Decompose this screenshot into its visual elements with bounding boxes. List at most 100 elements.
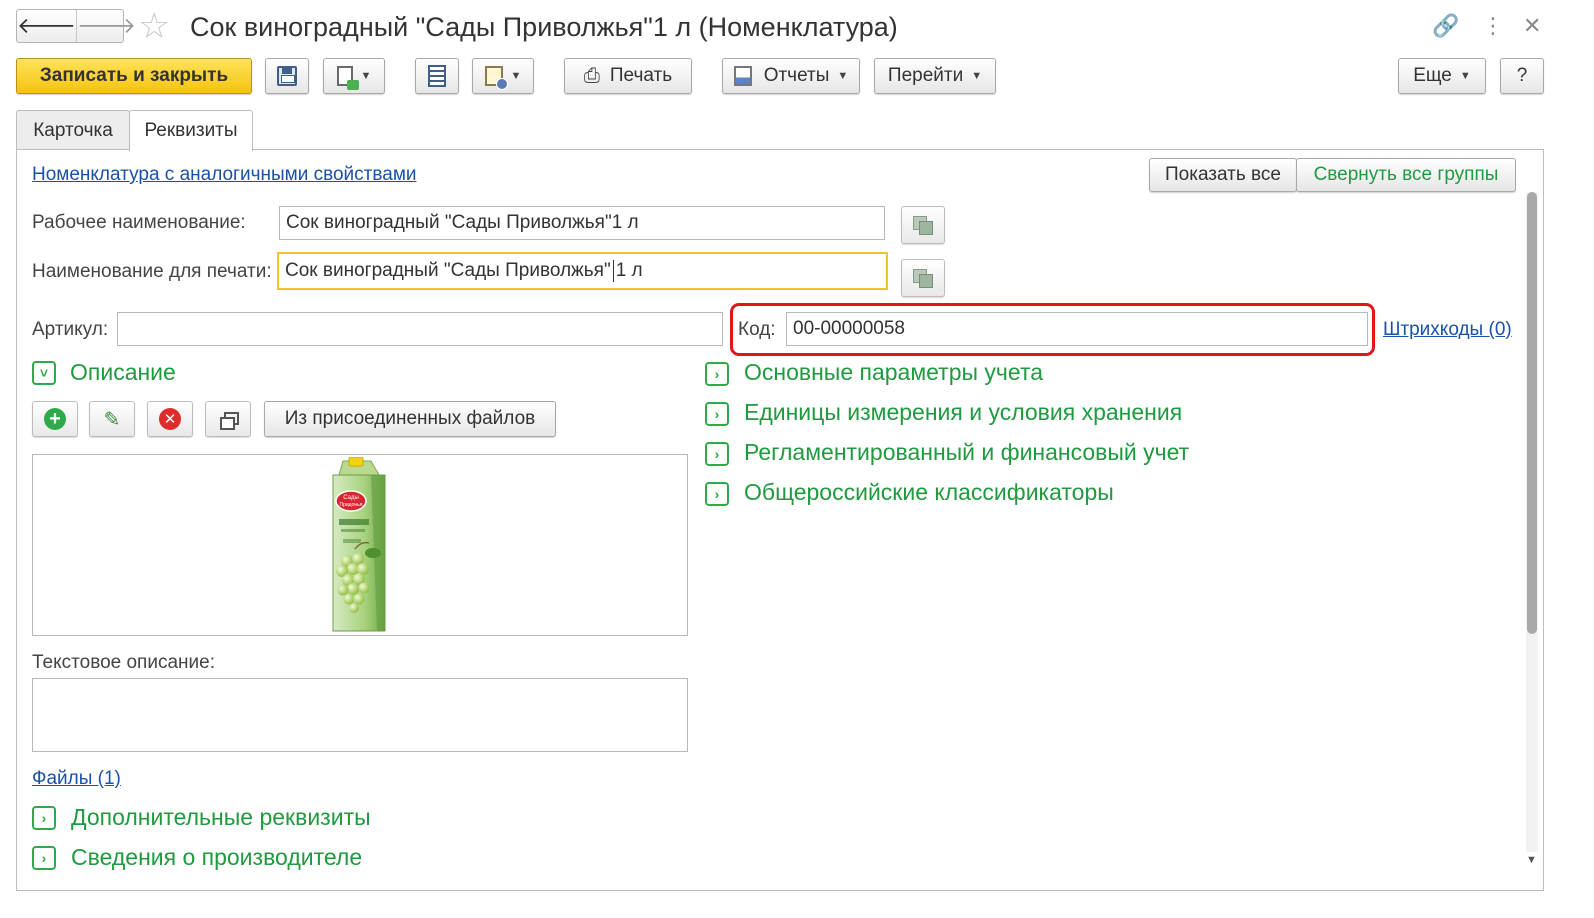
extra-requisites-group-title[interactable]: Дополнительные реквизиты [71, 804, 371, 831]
document-structure-icon [484, 66, 508, 90]
barcodes-link[interactable]: Штрихкоды (0) [1383, 319, 1512, 341]
tab-card-label: Карточка [33, 119, 113, 141]
create-based-on-button[interactable]: ▼ [323, 58, 385, 94]
list-button[interactable] [415, 58, 459, 94]
report-icon [733, 66, 752, 86]
arrow-right-icon: 🡒 [77, 13, 136, 38]
goto-button[interactable]: Перейти ▼ [874, 58, 996, 94]
more-options-icon[interactable]: ⋮ [1482, 12, 1504, 40]
window-title: Сок виноградный "Сады Приволжья"1 л (Ном… [190, 12, 898, 42]
chevron-down-icon: ▼ [971, 70, 983, 82]
juice-carton-image: Сады Придонья [332, 457, 386, 632]
link-icon[interactable]: 🔗 [1432, 12, 1459, 40]
tab-card[interactable]: Карточка [16, 110, 130, 150]
scrollbar-thumb[interactable] [1527, 192, 1537, 634]
similar-items-link[interactable]: Номенклатура с аналогичными свойствами [32, 164, 417, 186]
work-name-input[interactable]: Сок виноградный "Сады Приволжья"1 л [279, 206, 885, 240]
more-button[interactable]: Еще ▼ [1398, 58, 1486, 94]
work-name-label: Рабочее наименование: [32, 212, 246, 233]
print-button[interactable]: ⎙ Печать [564, 58, 692, 94]
regulated-group-title[interactable]: Регламентированный и финансовый учет [744, 439, 1189, 466]
goto-label: Перейти [887, 65, 964, 86]
save-close-label: Записать и закрыть [39, 65, 229, 86]
list-icon [428, 65, 446, 87]
floppy-disk-icon [277, 66, 297, 86]
regulated-expand-toggle[interactable]: › [705, 442, 729, 466]
print-label: Печать [609, 65, 673, 86]
scroll-down-arrow-icon[interactable]: ▼ [1526, 854, 1537, 866]
tab-requisites-label: Реквизиты [144, 120, 238, 141]
article-label: Артикул: [32, 319, 109, 340]
print-name-copy-button[interactable] [901, 259, 945, 297]
tab-requisites[interactable]: Реквизиты [129, 110, 253, 151]
producer-expand-toggle[interactable]: › [32, 846, 56, 870]
description-collapse-toggle[interactable]: ˅ [32, 361, 56, 385]
extra-requisites-expand-toggle[interactable]: › [32, 806, 56, 830]
text-description-input[interactable] [32, 678, 688, 752]
producer-group-title[interactable]: Сведения о производителе [71, 844, 362, 871]
show-all-label: Показать все [1165, 164, 1281, 185]
product-image-frame[interactable]: Сады Придонья [32, 454, 688, 636]
work-name-copy-button[interactable] [901, 206, 945, 244]
code-input[interactable]: 00-00000058 [786, 312, 1368, 346]
copy-icon [913, 269, 933, 288]
carton-brand-line2: Придонья [340, 502, 363, 508]
description-group-title[interactable]: Описание [70, 359, 176, 386]
chevron-down-icon: ▼ [510, 70, 522, 82]
print-name-input[interactable]: Сок виноградный "Сады Приволжья" 1 л [277, 252, 888, 290]
save-button[interactable] [265, 58, 309, 94]
accounting-expand-toggle[interactable]: › [705, 362, 729, 386]
delete-circle-icon: ✕ [159, 408, 181, 430]
units-group-title[interactable]: Единицы измерения и условия хранения [744, 399, 1182, 426]
forward-button[interactable]: 🡒 [77, 10, 136, 42]
text-description-label: Текстовое описание: [32, 652, 215, 673]
chevron-down-icon: ▼ [1459, 70, 1471, 82]
chevron-right-icon: › [714, 406, 720, 422]
edit-image-button[interactable]: ✎ [89, 401, 135, 437]
chevron-right-icon: › [714, 446, 720, 462]
show-all-button[interactable]: Показать все [1149, 158, 1297, 192]
back-button[interactable]: 🡐 [17, 10, 77, 42]
print-name-value-after: 1 л [615, 260, 643, 281]
chevron-down-icon: ▼ [360, 70, 372, 82]
article-input[interactable] [117, 312, 723, 346]
window-icon [220, 412, 239, 430]
print-name-label: Наименование для печати: [32, 261, 272, 282]
chevron-right-icon: › [714, 366, 720, 382]
help-button[interactable]: ? [1500, 58, 1544, 94]
from-files-button[interactable]: Из присоединенных файлов [264, 401, 556, 437]
open-image-button[interactable] [205, 401, 251, 437]
units-expand-toggle[interactable]: › [705, 402, 729, 426]
arrow-left-icon: 🡐 [17, 13, 76, 38]
collapse-groups-button[interactable]: Свернуть все группы [1296, 158, 1516, 192]
save-close-button[interactable]: Записать и закрыть [16, 58, 252, 94]
document-create-icon [336, 66, 359, 90]
from-files-label: Из присоединенных файлов [284, 408, 536, 429]
delete-image-button[interactable]: ✕ [147, 401, 193, 437]
accounting-group-title[interactable]: Основные параметры учета [744, 359, 1043, 386]
structure-button[interactable]: ▼ [472, 58, 534, 94]
chevron-right-icon: › [41, 850, 47, 866]
chevron-right-icon: › [714, 486, 720, 502]
copy-icon [913, 216, 933, 235]
work-name-value: Сок виноградный "Сады Приволжья"1 л [286, 212, 639, 233]
chevron-right-icon: › [41, 810, 47, 826]
close-icon[interactable]: ✕ [1523, 12, 1541, 40]
more-label: Еще [1413, 65, 1452, 86]
files-link[interactable]: Файлы (1) [32, 768, 121, 790]
classifiers-group-title[interactable]: Общероссийские классификаторы [744, 479, 1114, 506]
add-image-button[interactable]: + [32, 401, 78, 437]
carton-brand-line1: Сады [343, 495, 359, 501]
plus-circle-icon: + [44, 408, 66, 430]
code-value: 00-00000058 [793, 318, 905, 339]
history-nav: 🡐 🡒 [16, 9, 136, 43]
collapse-groups-label: Свернуть все группы [1313, 164, 1499, 185]
classifiers-expand-toggle[interactable]: › [705, 482, 729, 506]
reports-label: Отчеты [763, 65, 830, 86]
printer-icon: ⎙ [583, 64, 600, 87]
chevron-down-icon: ˅ [39, 365, 49, 381]
text-cursor [612, 260, 614, 282]
favorite-star-icon[interactable]: ☆ [138, 7, 170, 45]
reports-button[interactable]: Отчеты ▼ [722, 58, 860, 94]
help-label: ? [1516, 65, 1528, 86]
